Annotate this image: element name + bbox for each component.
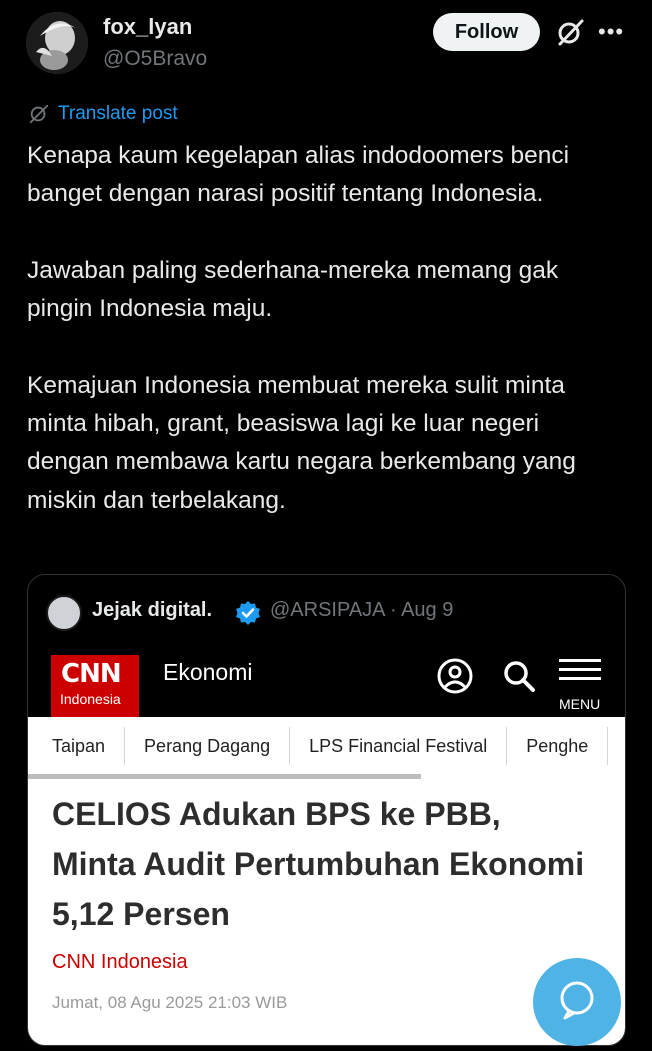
translate-post-link[interactable]: Translate post [28, 103, 178, 125]
cnn-topic-tabs: Taipan Perang Dagang LPS Financial Festi… [28, 717, 625, 775]
cnn-logo: CNN Indonesia [51, 655, 139, 717]
tab-perang-dagang: Perang Dagang [125, 727, 291, 765]
quoted-post-header: Jejak digital. @ARSIPAJA · Aug 9 [28, 575, 625, 647]
post-header: fox_lyan @O5Bravo Follow ••• [0, 0, 652, 90]
tabs-scroll-indicator [28, 774, 421, 779]
quoted-handle-date: @ARSIPAJA · Aug 9 [270, 599, 454, 621]
grok-translate-icon [29, 104, 49, 124]
tab-lps-financial-festival: LPS Financial Festival [290, 727, 508, 765]
quoted-author-avatar [46, 595, 82, 631]
tab-taipan: Taipan [28, 727, 126, 765]
menu-label: MENU [559, 696, 601, 712]
chat-bubble-icon [560, 981, 594, 1020]
cnn-logo-subtext: Indonesia [60, 691, 121, 707]
tab-penghe: Penghe [507, 727, 609, 765]
post-body-text: Kenapa kaum kegelapan alias indodoomers … [27, 142, 576, 514]
article-source: CNN Indonesia [52, 951, 188, 973]
article-date: Jumat, 08 Agu 2025 21:03 WIB [52, 993, 288, 1012]
grok-icon[interactable] [555, 18, 585, 48]
article-headline: CELIOS Adukan BPS ke PBB, Minta Audit Pe… [52, 796, 585, 932]
hamburger-menu-icon [559, 659, 601, 680]
author-handle[interactable]: @O5Bravo [103, 47, 207, 71]
cnn-logo-text: CNN [61, 659, 122, 689]
profile-icon [437, 658, 473, 694]
follow-button[interactable]: Follow [433, 13, 540, 51]
quoted-author-name: Jejak digital. [92, 599, 213, 621]
search-icon [504, 661, 535, 692]
chat-fab-button[interactable] [533, 958, 621, 1046]
more-options-icon[interactable]: ••• [598, 21, 626, 43]
translate-label[interactable]: Translate post [58, 103, 178, 125]
cnn-section-title: Ekonomi [163, 659, 253, 685]
author-display-name[interactable]: fox_lyan [103, 14, 192, 40]
cnn-navbar: CNN Indonesia Ekonomi MENU [28, 647, 625, 717]
verified-badge-icon [236, 601, 260, 625]
author-avatar[interactable] [26, 12, 88, 74]
